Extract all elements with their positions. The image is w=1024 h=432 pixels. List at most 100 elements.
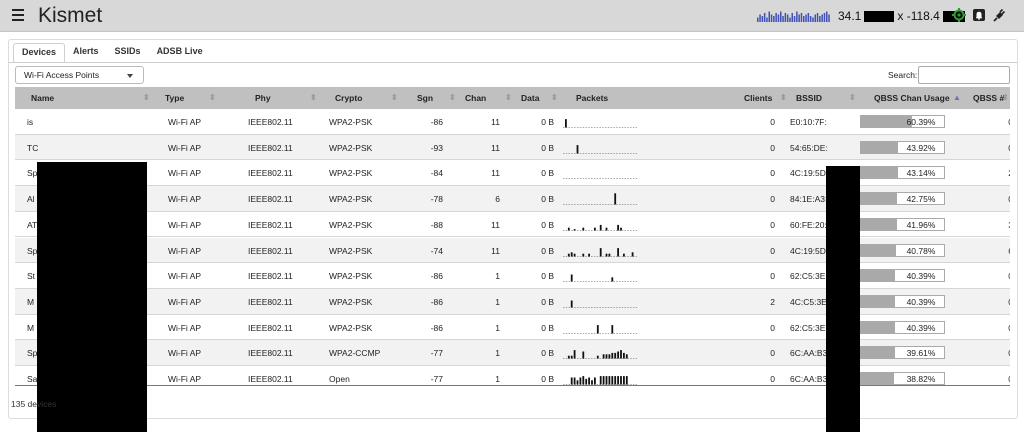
- table-row[interactable]: M Wi-Fi AP IEEE802.11 WPA2-PSK -86 1 0 B 0 62:C5…: [15, 315, 1010, 341]
- cell-crypto: WPA2-CCMP: [329, 348, 381, 359]
- cell-qbss-num: 3: [980, 220, 1010, 230]
- cell-phy: IEEE802.11: [248, 271, 293, 282]
- packets-sparkline: [563, 300, 637, 308]
- tab-adsb-live[interactable]: ADSB Live: [149, 43, 211, 63]
- tab-alerts[interactable]: Alerts: [65, 43, 107, 63]
- cell-bssid: 6C:AA:B3: [790, 374, 828, 384]
- packet-bar: [567, 355, 570, 359]
- table-row[interactable]: St Wi-Fi AP IEEE802.11 WPA2-PSK -86 1 0 B 0 62:C…: [15, 263, 1010, 289]
- table-row[interactable]: is Wi-Fi AP IEEE802.11 WPA2-PSK -86 11 0 B 0 E0:…: [15, 109, 1010, 135]
- table-row[interactable]: Sp Wi-Fi AP IEEE802.11 WPA2-CCMP -77 1 0 B 0 6C:…: [15, 340, 1010, 366]
- qbss-usage-label: 42.75%: [906, 194, 936, 205]
- qbss-usage-bar: 43.92%: [860, 140, 945, 154]
- column-header-phy[interactable]: Phy ⬍: [255, 87, 317, 109]
- tab-ssids[interactable]: SSIDs: [107, 43, 149, 63]
- column-header-sgn[interactable]: Sgn ⬍: [417, 87, 457, 109]
- sparkline-bar: [809, 16, 812, 22]
- sparkline-bar: [791, 13, 793, 22]
- packet-bar: [582, 351, 585, 359]
- table-row[interactable]: M Wi-Fi AP IEEE802.11 WPA2-PSK -86 1 0 B 2 4C:C5…: [15, 288, 1010, 315]
- column-header-name[interactable]: Name ⬍: [31, 87, 151, 109]
- qbss-usage-label: 60.39%: [906, 117, 936, 127]
- cell-name: Sp: [27, 168, 38, 179]
- sparkline-bar: [773, 16, 775, 22]
- sparkline-bar: [784, 13, 787, 22]
- column-header-crypto[interactable]: Crypto ⬍: [335, 87, 398, 109]
- cell-type: Wi-Fi AP: [168, 194, 202, 205]
- cell-data: 0 B: [541, 168, 554, 179]
- packet-bar: [599, 376, 602, 385]
- cell-data: 0 B: [541, 245, 554, 256]
- sparkline-bar: [766, 17, 768, 22]
- gps-coordinates: 34.1 x -118.4: [838, 9, 965, 23]
- table-row[interactable]: Sp Wi-Fi AP IEEE802.11 WPA2-PSK -84 11 0 B 0 4C:…: [15, 160, 1010, 187]
- latitude-prefix: 34.1: [838, 9, 862, 23]
- cell-phy: IEEE802.11: [248, 168, 293, 179]
- sparkline-bar: [761, 16, 764, 22]
- table-row[interactable]: TC Wi-Fi AP IEEE802.11 WPA2-PSK -93 11 0 B 0 54:…: [15, 134, 1010, 161]
- cell-crypto: WPA2-PSK: [329, 219, 373, 230]
- column-header-qbss-num[interactable]: QBSS # ⬍: [973, 87, 1013, 109]
- cell-crypto: WPA2-PSK: [329, 168, 373, 179]
- sparkline-bar: [814, 14, 816, 22]
- device-filter-select[interactable]: Wi-Fi Access Points: [15, 66, 144, 84]
- cell-clients: 0: [770, 168, 775, 179]
- column-header-data[interactable]: Data ⬍: [521, 87, 561, 109]
- cell-type: Wi-Fi AP: [168, 348, 202, 359]
- cell-qbss-num: 6: [980, 246, 1010, 256]
- packet-bar: [585, 378, 588, 385]
- cell-chan: 11: [491, 245, 500, 256]
- column-header-chan[interactable]: Chan ⬍: [465, 87, 515, 109]
- tab-devices[interactable]: Devices: [13, 43, 66, 63]
- cell-clients: 0: [770, 142, 775, 153]
- cell-bssid: 4C:19:5D:: [790, 168, 829, 179]
- cell-type: Wi-Fi AP: [168, 168, 202, 179]
- cell-clients: 0: [770, 271, 775, 282]
- cell-name: AT: [27, 219, 38, 230]
- packet-rate-sparkline: [757, 11, 830, 22]
- hamburger-menu-icon[interactable]: [12, 9, 24, 21]
- cell-chan: 11: [491, 219, 500, 230]
- packet-bar: [570, 377, 573, 385]
- cell-chan: 1: [495, 348, 500, 359]
- cell-data: 0 B: [541, 374, 554, 384]
- table-row[interactable]: Al Wi-Fi AP IEEE802.11 WPA2-PSK -78 6 0 B 0 84:1…: [15, 186, 1010, 212]
- search-input[interactable]: [918, 66, 1010, 84]
- table-row[interactable]: AT Wi-Fi AP IEEE802.11 WPA2-PSK -88 11 0 B 0 60:…: [15, 212, 1010, 238]
- qbss-usage-bar: 40.78%: [860, 243, 945, 257]
- gps-crosshair-icon[interactable]: [952, 8, 966, 22]
- qbss-usage-fill: [861, 321, 896, 333]
- cell-type: Wi-Fi AP: [168, 245, 202, 256]
- cell-phy: IEEE802.11: [248, 219, 293, 230]
- packet-bar: [573, 377, 576, 385]
- packet-bar: [614, 376, 617, 385]
- column-header-type[interactable]: Type ⬍: [165, 87, 225, 109]
- alerts-bell-icon[interactable]: [972, 8, 986, 22]
- packet-bar: [614, 353, 617, 359]
- cell-phy: IEEE802.11: [248, 296, 293, 307]
- cell-chan: 1: [495, 322, 500, 333]
- packet-bar: [623, 253, 625, 256]
- sparkline-bar: [757, 17, 759, 22]
- column-header-packets[interactable]: Packets: [576, 87, 636, 109]
- cell-type: Wi-Fi AP: [168, 296, 202, 307]
- cell-phy: IEEE802.11: [248, 117, 293, 127]
- column-header-clients[interactable]: Clients ⬍: [744, 87, 794, 109]
- cell-name: M: [27, 322, 35, 333]
- table-row[interactable]: Sp Wi-Fi AP IEEE802.11 WPA2-PSK -74 11 0 B 0 4C:…: [15, 237, 1010, 264]
- packet-bar: [576, 380, 579, 385]
- power-plug-icon[interactable]: [992, 8, 1006, 22]
- qbss-usage-bar: 40.39%: [860, 294, 945, 308]
- cell-name: TC: [27, 142, 39, 153]
- sparkline-bar: [816, 13, 819, 22]
- qbss-usage-bar: 43.14%: [860, 166, 945, 180]
- sparkline-bar: [826, 11, 828, 22]
- qbss-usage-label: 40.39%: [906, 322, 936, 333]
- sort-icon: ⬍: [310, 93, 317, 102]
- sparkline-bar: [775, 13, 777, 22]
- qbss-usage-fill: [861, 373, 894, 384]
- column-header-bssid[interactable]: BSSID ⬍: [796, 87, 856, 109]
- table-row[interactable]: Sa Wi-Fi AP IEEE802.11 Open -77 1 0 B 0 6C:AA:B3…: [15, 366, 1010, 385]
- cell-qbss-num: 0: [980, 117, 1010, 127]
- column-header-qbss-chan-usage[interactable]: QBSS Chan Usage ▲: [874, 87, 974, 109]
